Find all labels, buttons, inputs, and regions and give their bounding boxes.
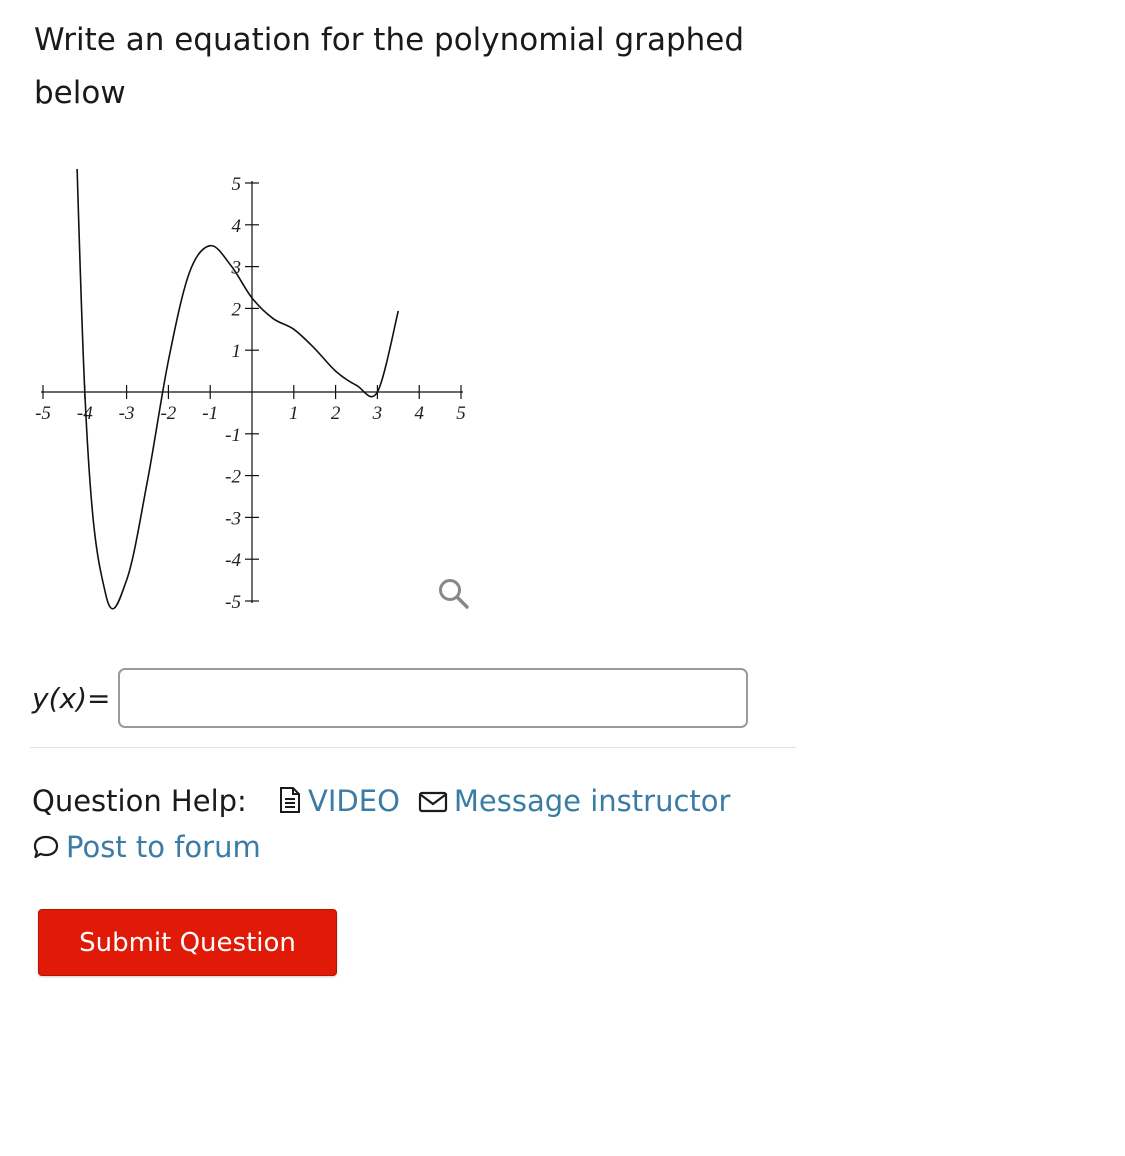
divider (30, 747, 796, 748)
y-tick-label: -1 (225, 425, 241, 446)
y-tick-label: 1 (232, 341, 242, 362)
x-tick-label: 3 (372, 403, 383, 424)
y-tick-label: -4 (225, 550, 241, 571)
speech-bubble-icon (33, 835, 59, 859)
y-tick-label: 5 (232, 174, 242, 195)
document-icon (280, 787, 301, 813)
x-tick-label: 2 (331, 403, 341, 424)
post-to-forum-link[interactable]: Post to forum (32, 830, 261, 864)
y-tick-label: 2 (232, 299, 242, 320)
x-tick-label: -5 (35, 403, 51, 424)
x-tick-label: -1 (202, 403, 218, 424)
answer-input[interactable] (118, 668, 749, 728)
submit-question-button[interactable]: Submit Question (38, 909, 337, 976)
y-tick-label: -2 (225, 467, 241, 488)
x-tick-label: 5 (456, 403, 466, 424)
x-tick-label: 1 (289, 403, 299, 424)
y-tick-label: -5 (225, 592, 241, 613)
post-to-forum-label: Post to forum (66, 830, 261, 864)
x-tick-label: -2 (160, 403, 176, 424)
video-link-label: VIDEO (308, 784, 400, 818)
answer-label-function: y(x) (32, 681, 87, 715)
envelope-icon (418, 791, 448, 813)
y-tick-label: -3 (225, 508, 241, 529)
magnifier-icon[interactable] (436, 576, 472, 612)
answer-row: y(x)= (32, 665, 749, 731)
question-help-label: Question Help: (32, 784, 247, 818)
message-instructor-label: Message instructor (453, 784, 731, 818)
x-tick-label: 4 (414, 403, 424, 424)
polynomial-graph: -5 -4 -3 -2 -1 1 2 3 4 554321-1-2-3-4-5 (35, 169, 466, 613)
y-tick-label: 4 (232, 216, 242, 237)
x-tick-label: -3 (119, 403, 135, 424)
video-link[interactable]: VIDEO (278, 784, 400, 818)
graph-tick-labels: -5 -4 -3 -2 -1 1 2 3 4 554321-1-2-3-4-5 (35, 174, 466, 613)
question-text: Write an equation for the polynomial gra… (34, 22, 745, 111)
answer-label: y(x)= (32, 682, 110, 715)
message-instructor-link[interactable]: Message instructor (418, 784, 731, 818)
answer-label-equals: = (87, 681, 111, 715)
question-help: Question Help: VIDEO Message instructor Po… (32, 778, 792, 870)
graph-axes (41, 181, 463, 603)
